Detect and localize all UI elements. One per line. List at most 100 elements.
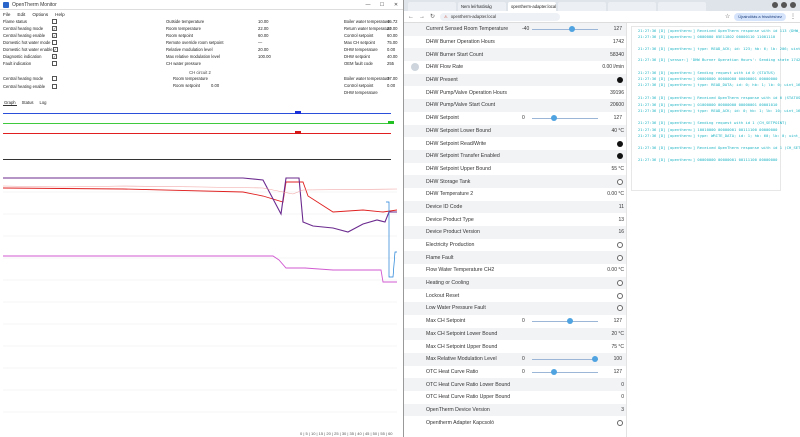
entity-toggle[interactable]	[617, 178, 623, 185]
entity-toggle[interactable]	[617, 254, 623, 261]
browser-tab[interactable]: Nem leírhatóság	[458, 2, 506, 11]
status-flag-checkbox[interactable]	[52, 18, 57, 24]
extension-icon[interactable]	[772, 2, 778, 8]
browser-tab[interactable]	[558, 2, 606, 11]
star-icon[interactable]: ☆	[725, 13, 730, 20]
url-field[interactable]: ⚠ opentherm-adapter.local	[440, 12, 561, 21]
entity-name: DHW Burner Operation Hours	[426, 39, 495, 46]
entity-toggle[interactable]	[617, 292, 623, 299]
not-secure-icon[interactable]: ⚠	[444, 14, 448, 19]
entity-slider-knob[interactable]	[567, 317, 574, 324]
status-flag-checkbox[interactable]	[52, 39, 57, 45]
entity-toggle[interactable]	[617, 77, 623, 84]
entity-name: Lockout Reset	[426, 292, 460, 299]
status-value: 20.00	[258, 46, 269, 52]
status-value: 75.00	[387, 39, 398, 45]
browser-tab[interactable]	[658, 2, 706, 11]
browser-tab[interactable]	[408, 2, 456, 11]
entity-row[interactable]: DHW Temperature 2 0.00 °C	[404, 188, 626, 201]
entity-row[interactable]: Flame Fault	[404, 251, 626, 265]
entity-row[interactable]: DHW Setpoint Read/Write	[404, 137, 626, 150]
back-icon[interactable]: ←	[408, 14, 414, 20]
entity-slider-knob[interactable]	[592, 355, 598, 362]
series-line-0	[3, 181, 397, 213]
status-value-label: Outside temperature	[166, 18, 205, 24]
entity-slider[interactable]	[532, 317, 598, 324]
reload-icon[interactable]: ↻	[430, 13, 435, 20]
menu-file[interactable]: File	[3, 12, 10, 17]
entity-row[interactable]: Flow Water Temperature CH2 0.00 °C	[404, 264, 626, 277]
entity-toggle[interactable]	[617, 419, 623, 426]
entity-row[interactable]: Max CH Setpoint 0 127	[404, 315, 626, 328]
status-value-row: Outside temperature 10.00	[166, 18, 268, 24]
tab-log[interactable]: Log	[39, 100, 48, 106]
entity-row[interactable]: OpenTherm Device Version 3	[404, 403, 626, 417]
entity-row[interactable]: Device ID Code 11	[404, 200, 626, 214]
circuit2-value-row: Boiler water temperature 37.00	[344, 75, 397, 81]
tab-status[interactable]: Status	[21, 100, 35, 106]
entity-row[interactable]: DHW Burner Start Count 58340	[404, 48, 626, 62]
extension-icon[interactable]	[781, 2, 787, 8]
entity-toggle[interactable]	[617, 242, 623, 249]
entity-value: 0.00 °C	[607, 267, 624, 274]
entity-slider[interactable]	[532, 114, 598, 121]
entity-name: DHW Pump/Valve Operation Hours	[426, 89, 507, 96]
status-value: 255	[387, 60, 394, 66]
entity-row[interactable]: Lockout Reset	[404, 289, 626, 302]
status-flag-checkbox[interactable]: ✓	[52, 25, 57, 31]
entity-row[interactable]: DHW Storage Tank	[404, 175, 626, 188]
entity-row[interactable]: DHW Setpoint 0 127	[404, 112, 626, 125]
status-track	[3, 128, 391, 134]
browser-tab[interactable]	[608, 2, 656, 11]
entity-row[interactable]: DHW Setpoint Lower Bound 40 °C	[404, 124, 626, 138]
close-button[interactable]: ✕	[389, 2, 403, 8]
entity-row[interactable]: Device Product Version 16	[404, 226, 626, 239]
entity-row[interactable]: DHW Pump/Valve Start Count 20600	[404, 99, 626, 112]
entity-row[interactable]: DHW Setpoint Upper Bound 55 °C	[404, 163, 626, 176]
entity-row[interactable]: Device Product Type 13	[404, 213, 626, 226]
menu-edit[interactable]: Edit	[17, 12, 25, 17]
entity-row[interactable]: Max CH Setpoint Lower Bound 20 °C	[404, 327, 626, 341]
entity-row[interactable]: DHW Setpoint Transfer Enabled	[404, 149, 626, 163]
entity-row[interactable]: Electricity Production	[404, 239, 626, 252]
entity-toggle[interactable]	[617, 140, 623, 147]
entity-row[interactable]: Max CH Setpoint Upper Bound 75 °C	[404, 340, 626, 353]
menu-help[interactable]: Help	[55, 12, 64, 17]
entity-toggle[interactable]	[617, 280, 623, 287]
entity-row[interactable]: Low Water Pressure Fault	[404, 302, 626, 315]
entity-row[interactable]: DHW Present	[404, 73, 626, 87]
entity-slider[interactable]	[532, 368, 598, 375]
entity-row[interactable]: OTC Heat Curve Ratio Lower Bound 0	[404, 378, 626, 391]
update-restart-button[interactable]: Újraindítás a frissítéshez	[734, 12, 786, 21]
status-flag-checkbox[interactable]: ✓	[52, 46, 58, 52]
entity-row[interactable]: DHW Flow Rate 0.00 l/min	[404, 61, 626, 74]
entity-slider-knob[interactable]	[551, 368, 558, 375]
entity-slider[interactable]	[532, 26, 598, 32]
entity-row[interactable]: OTC Heat Curve Ratio Upper Bound 0	[404, 391, 626, 404]
entity-toggle[interactable]	[617, 305, 623, 312]
browser-tab[interactable]: opentherm-adapter.local	[508, 2, 556, 11]
tab-graph[interactable]: Graph	[3, 100, 17, 106]
entity-row[interactable]: Current Sensed Room Temperature -40 127	[404, 23, 626, 36]
entity-toggle[interactable]	[617, 153, 623, 160]
entity-row[interactable]: Heating or Cooling	[404, 276, 626, 290]
extension-icon[interactable]	[790, 2, 796, 8]
circuit2-flag-checkbox[interactable]	[52, 83, 57, 89]
menu-kebab-icon[interactable]: ⋮	[790, 13, 796, 20]
status-flag-checkbox[interactable]: ✓	[52, 32, 57, 38]
entity-row[interactable]: Opentherm Adapter Kapcsoló	[404, 416, 626, 429]
entity-row[interactable]: Max Relative Modulation Level 0 100	[404, 352, 626, 366]
forward-icon[interactable]: →	[419, 14, 425, 20]
menu-options[interactable]: Options	[32, 12, 48, 17]
entity-row[interactable]: DHW Pump/Valve Operation Hours 39196	[404, 86, 626, 99]
circuit2-flag-checkbox[interactable]	[52, 75, 57, 81]
entity-slider-knob[interactable]	[569, 26, 576, 32]
status-flag-checkbox[interactable]: ✓	[52, 53, 57, 59]
minimize-button[interactable]: —	[361, 2, 375, 8]
entity-row[interactable]: DHW Burner Operation Hours 1742	[404, 36, 626, 49]
entity-slider-knob[interactable]	[551, 114, 558, 121]
entity-slider[interactable]	[532, 355, 598, 362]
maximize-button[interactable]: ☐	[375, 2, 389, 8]
status-flag-checkbox[interactable]	[52, 60, 57, 66]
entity-row[interactable]: OTC Heat Curve Ratio 0 127	[404, 366, 626, 379]
